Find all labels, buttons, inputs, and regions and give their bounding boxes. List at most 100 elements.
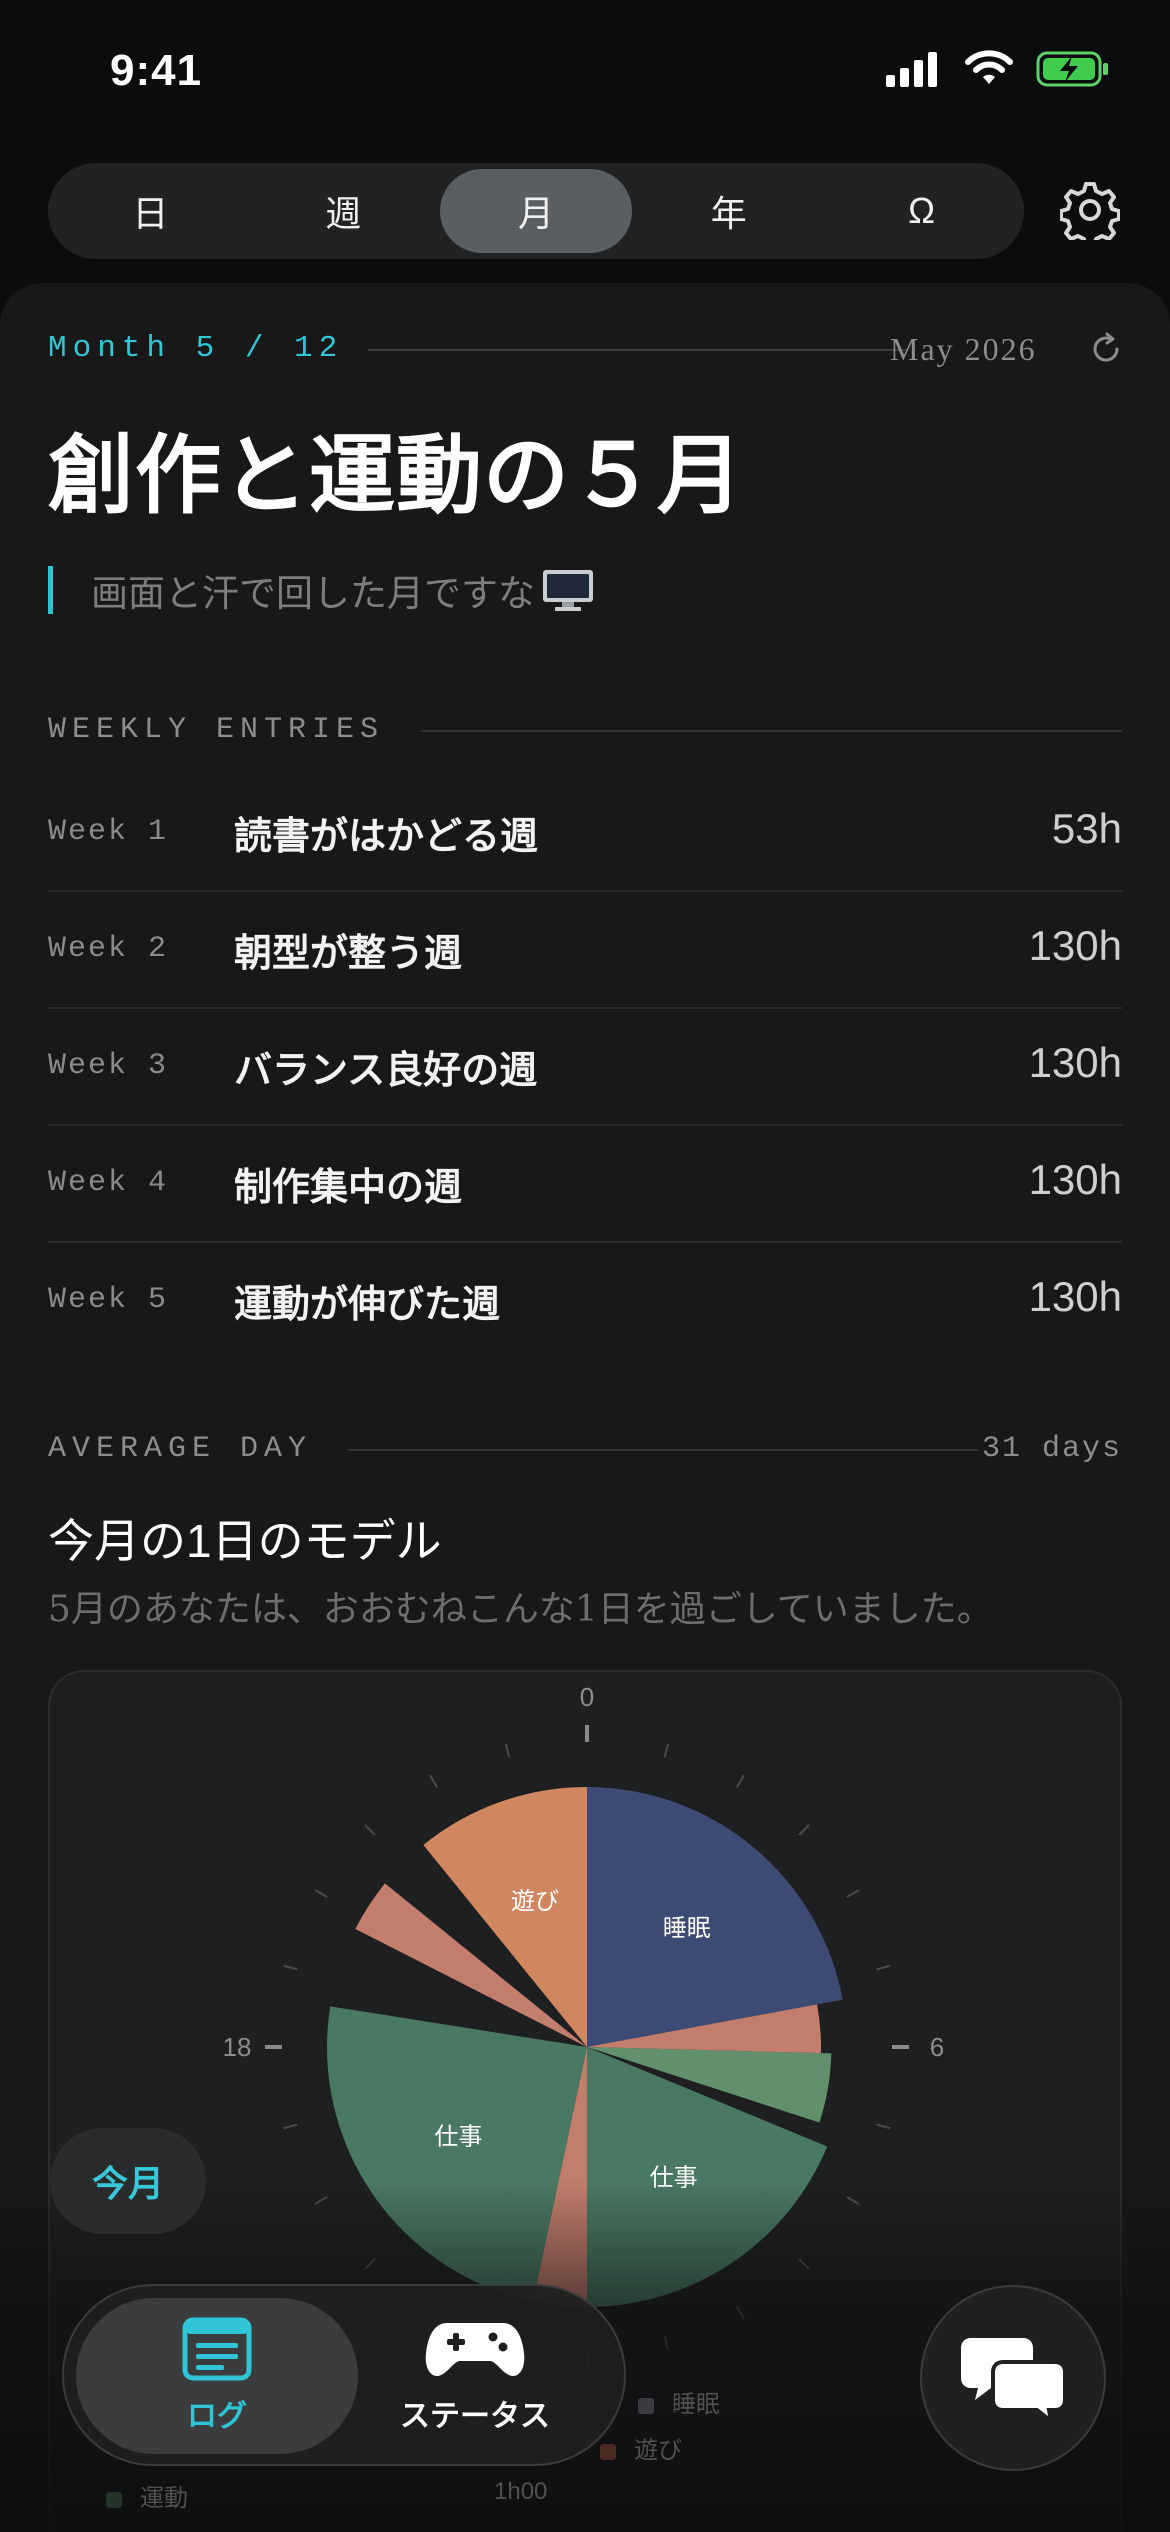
clock-tick <box>283 1964 298 1971</box>
clock-hour-label: 0 <box>580 1682 594 1712</box>
average-day-count: 31 days <box>981 1432 1122 1466</box>
segment-month-label: 月 <box>517 193 554 234</box>
week-hours: 130h <box>1028 1273 1122 1320</box>
log-icon <box>182 2317 252 2381</box>
chat-button[interactable] <box>920 2285 1106 2471</box>
page-title: 創作と運動の５月 <box>48 425 744 526</box>
battery-charging-icon <box>1036 51 1108 87</box>
clock-segment-label: 睡眠 <box>663 1914 711 1942</box>
week-hours: 130h <box>1028 1039 1122 1086</box>
clock-tick <box>314 2196 328 2205</box>
week-title: 朝型が整う週 <box>234 930 463 975</box>
divider <box>421 730 1122 732</box>
month-index-label: Month 5 / 12 <box>48 331 344 366</box>
clock-tick <box>798 2258 810 2270</box>
gear-icon[interactable] <box>1060 180 1120 240</box>
segment-omega-label: Ω <box>908 190 936 231</box>
clock-segment-label: 遊び <box>511 1887 559 1915</box>
clock-tick <box>798 1824 810 1836</box>
segment-month[interactable]: 月 <box>439 169 633 253</box>
segment-week[interactable]: 週 <box>247 169 440 253</box>
week-number: Week 2 <box>48 932 169 966</box>
segment-day-label: 日 <box>132 193 169 234</box>
clock-segment-label: 仕事 <box>434 2122 482 2150</box>
tab-bar: ログ ステータス <box>62 2284 626 2466</box>
clock-tick <box>663 2336 670 2351</box>
clock-tick <box>429 1774 438 1788</box>
week-number: Week 3 <box>48 1049 169 1083</box>
week-hours: 130h <box>1028 922 1122 969</box>
legend-label: 睡眠 <box>672 2391 720 2418</box>
average-day-subtitle: 5月のあなたは、おおむねこんな1日を過ごしていました。 <box>48 1589 993 1630</box>
week-title: 運動が伸びた週 <box>234 1281 501 1326</box>
weekly-entries-header: WEEKLY ENTRIES <box>48 713 1122 749</box>
status-icons <box>886 50 1110 88</box>
weekly-entries-list: Week 1 読書がはかどる週 53h Week 2 朝型が整う週 130h W… <box>48 775 1122 1360</box>
status-bar: 9:41 <box>0 0 1170 150</box>
legend-duration: 1h00 <box>494 2478 548 2505</box>
tab-status[interactable]: ステータス <box>334 2298 616 2454</box>
clock-tick <box>846 2196 860 2205</box>
legend-swatch <box>638 2397 654 2414</box>
segment-week-label: 週 <box>325 193 362 234</box>
weekly-entries-label: WEEKLY ENTRIES <box>48 713 385 747</box>
average-day-header: AVERAGE DAY 31 days <box>48 1432 1122 1468</box>
clock-hour-label: 18 <box>223 2032 252 2062</box>
legend-item: 遊び <box>600 2430 682 2465</box>
this-month-button[interactable]: 今月 <box>50 2128 206 2234</box>
wifi-icon <box>965 50 1013 84</box>
chat-bubbles-icon <box>961 2338 1065 2422</box>
quote-text: 画面と汗で回した月ですな <box>91 572 535 615</box>
week-hours: 53h <box>1051 805 1122 852</box>
tab-log-label: ログ <box>187 2400 247 2433</box>
clock-tick <box>736 2306 745 2320</box>
clock-tick <box>876 2123 891 2130</box>
month-header-row: Month 5 / 12 May 2026 <box>48 331 1122 371</box>
clock-hour-label: 6 <box>930 2032 944 2062</box>
week-title: バランス良好の週 <box>234 1047 538 1092</box>
week-entry-row[interactable]: Week 2 朝型が整う週 130h <box>48 892 1122 1009</box>
week-number: Week 1 <box>48 815 169 849</box>
clock-tick <box>663 1743 670 1758</box>
week-title: 読書がはかどる週 <box>234 813 539 858</box>
week-entry-row[interactable]: Week 3 バランス良好の週 130h <box>48 1009 1122 1126</box>
week-entry-row[interactable]: Week 5 運動が伸びた週 130h <box>48 1243 1122 1360</box>
divider <box>368 349 908 351</box>
legend-label: 運動 <box>140 2485 188 2512</box>
clock-tick <box>736 1774 745 1788</box>
clock-segment-label: 仕事 <box>650 2164 698 2192</box>
week-hours: 130h <box>1028 1156 1122 1203</box>
legend-item: 睡眠 <box>638 2384 720 2419</box>
average-day-title: 今月の1日のモデル <box>48 1515 442 1567</box>
divider <box>348 1449 978 1451</box>
clock-tick <box>876 1964 891 1971</box>
gamepad-icon <box>425 2323 525 2377</box>
tab-status-label: ステータス <box>400 2400 550 2433</box>
clock-tick <box>283 2123 298 2130</box>
refresh-icon[interactable] <box>1088 331 1124 367</box>
week-number: Week 4 <box>48 1166 169 1200</box>
segment-year[interactable]: 年 <box>632 169 825 253</box>
clock-tick <box>364 1824 376 1836</box>
week-entry-row[interactable]: Week 1 読書がはかどる週 53h <box>48 775 1122 892</box>
legend-swatch <box>600 2443 616 2460</box>
status-time: 9:41 <box>110 46 203 95</box>
legend-item: 運動 <box>106 2478 188 2513</box>
clock-tick <box>314 1889 328 1898</box>
month-date: May 2026 <box>890 331 1037 367</box>
clock-tick <box>846 1889 860 1898</box>
tab-log[interactable]: ログ <box>76 2298 358 2454</box>
segment-year-label: 年 <box>710 193 747 234</box>
month-quote: 画面と汗で回した月ですな <box>48 566 595 615</box>
legend-label: 遊び <box>634 2437 682 2464</box>
segment-day[interactable]: 日 <box>54 169 247 253</box>
clock-tick <box>504 1743 511 1758</box>
desktop-computer-icon <box>543 570 593 611</box>
legend-swatch <box>106 2491 122 2508</box>
clock-segment <box>423 1787 587 2047</box>
week-number: Week 5 <box>48 1283 169 1317</box>
segment-omega[interactable]: Ω <box>825 169 1018 253</box>
cellular-signal-icon <box>886 52 937 87</box>
week-entry-row[interactable]: Week 4 制作集中の週 130h <box>48 1126 1122 1243</box>
clock-tick <box>364 2258 376 2270</box>
